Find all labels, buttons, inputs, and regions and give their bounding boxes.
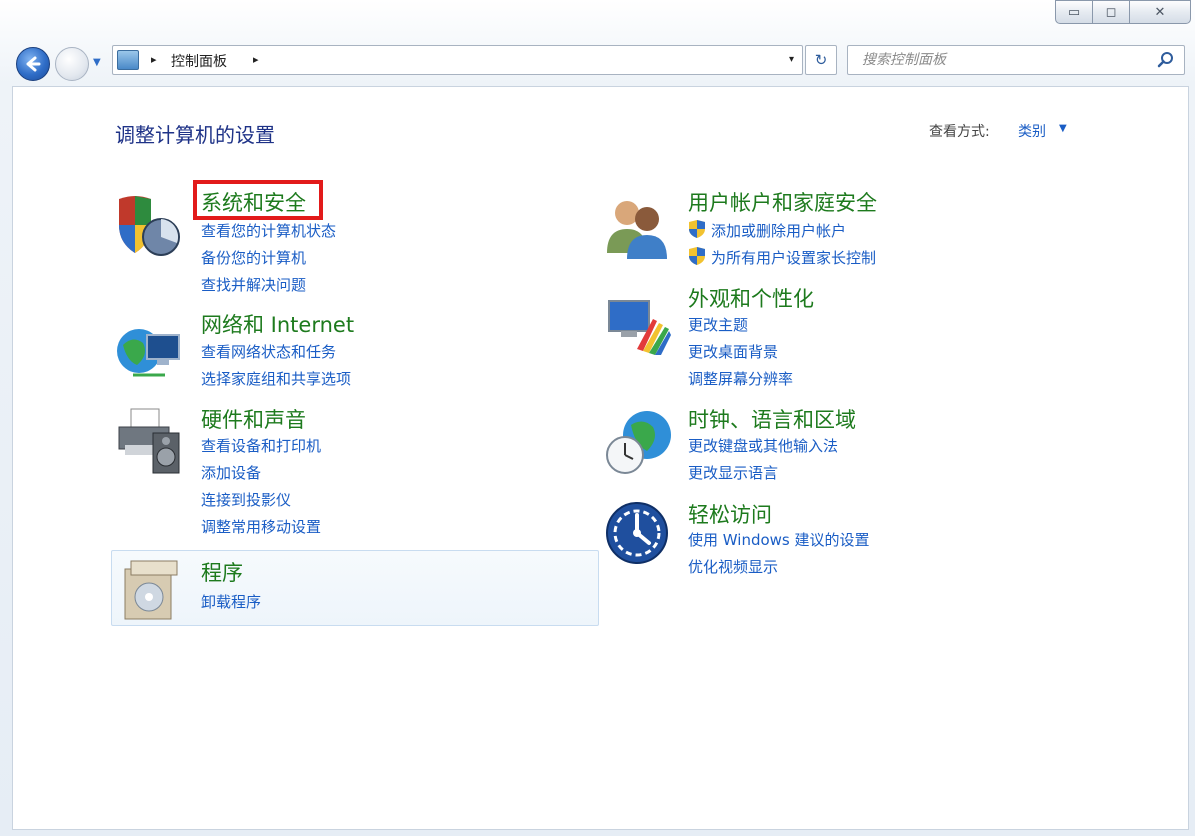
recent-pages-dropdown[interactable]: ▼ [93, 57, 101, 68]
window-frame: ▭ ◻ ✕ ▼ ▸ 控制面板 ▸ ▾ ↻ 搜索控制面板 调整计算机的设置 查看方… [0, 0, 1195, 836]
view-by-label: 查看方式: [929, 124, 990, 140]
link-display-language[interactable]: 更改显示语言 [688, 462, 778, 483]
network-globe-icon[interactable] [113, 315, 185, 387]
maximize-button[interactable]: ◻ [1092, 0, 1130, 24]
back-button[interactable] [16, 47, 50, 81]
back-arrow-icon [26, 56, 41, 72]
link-network-status[interactable]: 查看网络状态和任务 [201, 341, 336, 362]
category-hardware-sound[interactable]: 硬件和声音 [201, 404, 306, 434]
program-box-icon[interactable] [117, 555, 189, 627]
breadcrumb-control-panel[interactable]: 控制面板 [171, 51, 227, 71]
close-icon: ✕ [1154, 4, 1166, 20]
link-screen-resolution[interactable]: 调整屏幕分辨率 [688, 368, 793, 389]
view-by-arrow-icon[interactable]: ▼ [1059, 123, 1067, 134]
link-backup-computer[interactable]: 备份您的计算机 [201, 247, 306, 268]
search-icon[interactable] [1156, 50, 1176, 70]
caption-buttons: ▭ ◻ ✕ [1055, 0, 1191, 24]
link-uninstall-program[interactable]: 卸载程序 [201, 591, 261, 612]
printer-speaker-icon[interactable] [113, 405, 185, 477]
monitor-palette-icon[interactable] [603, 293, 675, 365]
close-button[interactable]: ✕ [1129, 0, 1191, 24]
refresh-button[interactable]: ↻ [805, 45, 837, 75]
minimize-button[interactable]: ▭ [1055, 0, 1093, 24]
link-check-computer-status[interactable]: 查看您的计算机状态 [201, 220, 336, 241]
link-change-input-methods[interactable]: 更改键盘或其他输入法 [688, 435, 838, 456]
link-connect-projector[interactable]: 连接到投影仪 [201, 489, 291, 510]
link-change-theme[interactable]: 更改主题 [688, 314, 748, 335]
link-troubleshoot[interactable]: 查找并解决问题 [201, 274, 306, 295]
category-network-internet[interactable]: 网络和 Internet [201, 309, 354, 339]
search-input[interactable] [848, 46, 1138, 74]
forward-button[interactable] [55, 47, 89, 81]
control-panel-icon [117, 50, 139, 70]
ease-of-access-icon[interactable] [603, 499, 675, 571]
view-by-dropdown[interactable]: 类别 [1018, 121, 1046, 141]
address-bar[interactable]: ▸ 控制面板 ▸ ▾ [112, 45, 803, 75]
highlight-box [193, 180, 323, 220]
page-title: 调整计算机的设置 [115, 123, 275, 147]
link-devices-printers[interactable]: 查看设备和打印机 [201, 435, 321, 456]
link-add-device[interactable]: 添加设备 [201, 462, 261, 483]
link-optimize-display[interactable]: 优化视频显示 [688, 556, 778, 577]
category-programs[interactable]: 程序 [201, 557, 243, 587]
minimize-icon: ▭ [1067, 4, 1081, 20]
address-dropdown-icon[interactable]: ▾ [789, 54, 794, 65]
clock-globe-icon[interactable] [603, 405, 675, 477]
link-parental-controls[interactable]: 为所有用户设置家长控制 [711, 247, 876, 268]
category-user-accounts[interactable]: 用户帐户和家庭安全 [688, 187, 877, 217]
category-ease-of-access[interactable]: 轻松访问 [688, 499, 772, 529]
link-windows-recommended-settings[interactable]: 使用 Windows 建议的设置 [688, 529, 870, 550]
breadcrumb-separator[interactable]: ▸ [151, 53, 157, 66]
category-clock-language-region[interactable]: 时钟、语言和区域 [688, 404, 856, 434]
shield-pie-icon[interactable] [113, 191, 185, 263]
link-mobility-settings[interactable]: 调整常用移动设置 [201, 516, 321, 537]
link-homegroup-sharing[interactable]: 选择家庭组和共享选项 [201, 368, 351, 389]
category-appearance[interactable]: 外观和个性化 [688, 283, 814, 313]
refresh-icon: ↻ [814, 51, 828, 69]
users-icon[interactable] [603, 191, 675, 263]
maximize-icon: ◻ [1105, 4, 1117, 20]
link-desktop-background[interactable]: 更改桌面背景 [688, 341, 778, 362]
breadcrumb-separator[interactable]: ▸ [253, 53, 259, 66]
search-box[interactable] [847, 45, 1185, 75]
link-add-remove-accounts[interactable]: 添加或删除用户帐户 [711, 220, 846, 241]
navigation-bar: ▼ ▸ 控制面板 ▸ ▾ ↻ [0, 40, 1195, 86]
content-panel: 调整计算机的设置 查看方式: 类别 ▼ 系统和安全 查看您的计算机状态 备份您的… [12, 86, 1189, 830]
uac-shield-icon [689, 220, 705, 238]
uac-shield-icon [689, 247, 705, 265]
